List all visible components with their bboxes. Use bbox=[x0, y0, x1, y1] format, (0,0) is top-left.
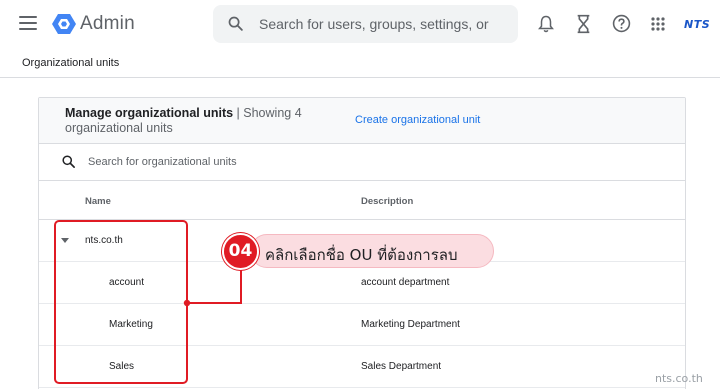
column-header-description[interactable]: Description bbox=[361, 196, 413, 207]
ou-description: Marketing Department bbox=[361, 319, 460, 330]
admin-logo-icon[interactable] bbox=[52, 13, 76, 35]
card-title: Manage organizational units | Showing 4 … bbox=[65, 106, 315, 136]
hourglass-icon[interactable] bbox=[576, 14, 591, 34]
breadcrumb-bar: Organizational units bbox=[0, 49, 720, 78]
help-icon[interactable] bbox=[612, 14, 631, 33]
step-number-badge: 04 bbox=[222, 233, 259, 270]
menu-icon[interactable] bbox=[19, 16, 37, 30]
brand-logo[interactable]: NTS bbox=[684, 18, 710, 31]
search-icon bbox=[62, 155, 75, 168]
highlight-box bbox=[54, 220, 188, 384]
top-bar: Admin Search for users, groups, settings… bbox=[0, 0, 720, 49]
callout-text: คลิกเลือกชื่อ OU ที่ต้องการลบ bbox=[265, 246, 458, 264]
apps-grid-icon[interactable] bbox=[651, 17, 665, 31]
bell-icon[interactable] bbox=[537, 14, 555, 34]
callout-pill: คลิกเลือกชื่อ OU ที่ต้องการลบ bbox=[250, 234, 494, 268]
app-title[interactable]: Admin bbox=[80, 13, 135, 35]
callout-connector bbox=[183, 267, 242, 307]
watermark: nts.co.th bbox=[655, 372, 703, 385]
breadcrumb[interactable]: Organizational units bbox=[22, 57, 119, 69]
column-header-name[interactable]: Name bbox=[85, 196, 111, 207]
ou-description: Sales Department bbox=[361, 361, 442, 372]
ou-description: account department bbox=[361, 277, 450, 288]
table-header: Name Description bbox=[39, 181, 685, 220]
ou-search-placeholder: Search for organizational units bbox=[88, 156, 237, 168]
card-title-main: Manage organizational units bbox=[65, 106, 234, 120]
search-icon bbox=[228, 16, 243, 31]
card-header: Manage organizational units | Showing 4 … bbox=[39, 98, 685, 144]
create-ou-link[interactable]: Create organizational unit bbox=[355, 114, 480, 126]
global-search-input[interactable]: Search for users, groups, settings, or bbox=[213, 5, 518, 43]
global-search-placeholder: Search for users, groups, settings, or bbox=[259, 16, 489, 32]
ou-search-input[interactable]: Search for organizational units bbox=[39, 144, 685, 181]
